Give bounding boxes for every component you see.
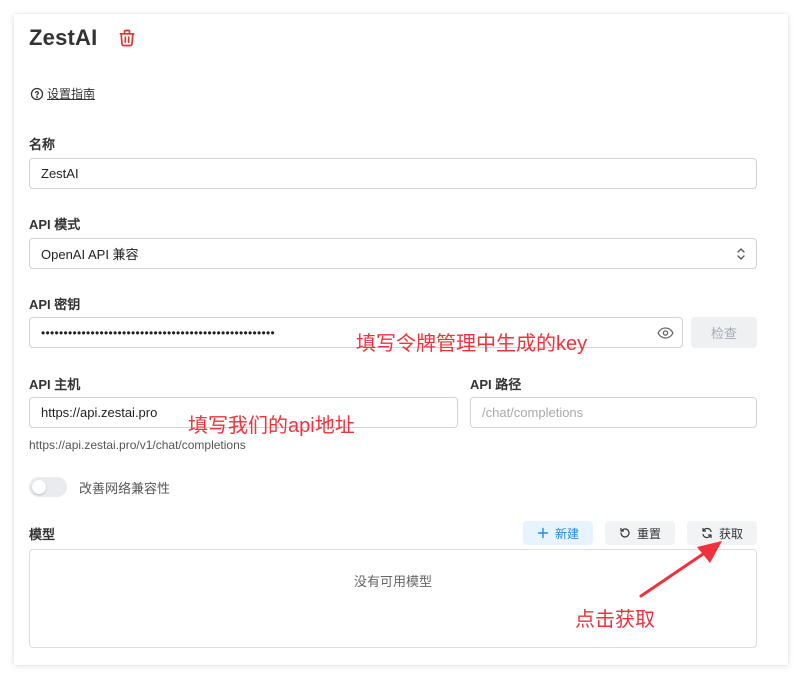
chevron-updown-icon bbox=[737, 248, 745, 260]
network-compat-label: 改善网络兼容性 bbox=[79, 481, 171, 496]
name-value: ZestAI bbox=[41, 166, 79, 181]
models-list: 没有可用模型 bbox=[29, 549, 757, 648]
api-key-label: API 密钥 bbox=[29, 297, 81, 312]
fetch-models-label: 获取 bbox=[718, 526, 743, 541]
plus-icon bbox=[537, 527, 549, 539]
name-input[interactable]: ZestAI bbox=[29, 158, 757, 189]
api-key-value: ••••••••••••••••••••••••••••••••••••••••… bbox=[41, 325, 276, 340]
eye-icon[interactable] bbox=[657, 326, 674, 340]
reset-models-button[interactable]: 重置 bbox=[605, 521, 675, 545]
reset-icon bbox=[620, 527, 630, 538]
fetch-models-button[interactable]: 获取 bbox=[687, 521, 757, 545]
api-path-label: API 路径 bbox=[470, 377, 522, 392]
network-compat-toggle[interactable] bbox=[29, 477, 67, 497]
trash-icon[interactable] bbox=[117, 27, 137, 49]
provider-title: ZestAI bbox=[29, 25, 98, 50]
annotation-host-note: 填写我们的api地址 bbox=[188, 415, 355, 437]
new-model-label: 新建 bbox=[554, 526, 579, 541]
reset-models-label: 重置 bbox=[636, 526, 661, 541]
endpoint-hint: https://api.zestai.pro/v1/chat/completio… bbox=[29, 438, 246, 452]
help-circle-icon bbox=[30, 87, 44, 100]
refresh-icon bbox=[702, 527, 712, 539]
check-button[interactable]: 检查 bbox=[691, 317, 757, 348]
toggle-knob bbox=[32, 480, 46, 494]
setup-guide-label: 设置指南 bbox=[47, 87, 96, 101]
api-mode-value: OpenAI API 兼容 bbox=[41, 247, 139, 262]
api-path-input[interactable]: /chat/completions bbox=[470, 397, 757, 428]
api-host-label: API 主机 bbox=[29, 377, 81, 392]
setup-guide-link[interactable]: 设置指南 bbox=[30, 85, 95, 102]
api-mode-select[interactable]: OpenAI API 兼容 bbox=[29, 238, 757, 269]
api-path-placeholder: /chat/completions bbox=[482, 405, 584, 420]
api-host-value: https://api.zestai.pro bbox=[41, 405, 158, 420]
annotation-key-note: 填写令牌管理中生成的key bbox=[356, 333, 588, 355]
new-model-button[interactable]: 新建 bbox=[523, 521, 593, 545]
name-label: 名称 bbox=[29, 137, 56, 152]
annotation-fetch-note: 点击获取 bbox=[575, 609, 655, 631]
api-mode-label: API 模式 bbox=[29, 217, 81, 232]
models-label: 模型 bbox=[29, 527, 56, 542]
no-models-text: 没有可用模型 bbox=[353, 574, 432, 589]
